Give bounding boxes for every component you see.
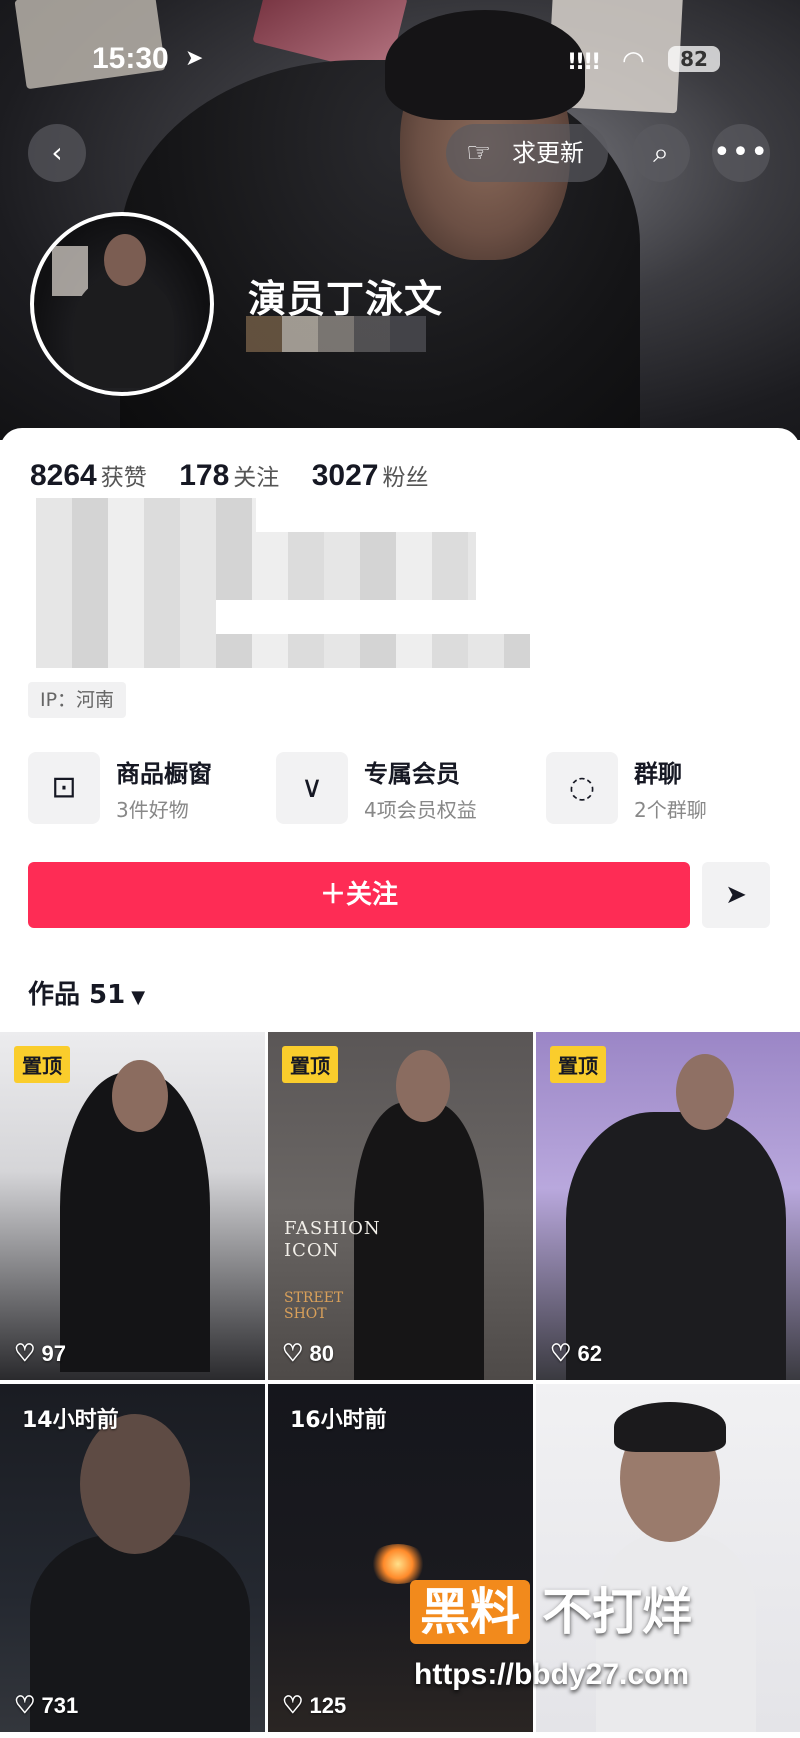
bio-mosaic-row (36, 634, 530, 668)
profile-card: 8264 获赞 178 关注 3027 粉丝 IP：河南 ⊡ 商品橱窗 3件好物 ∨ … (0, 428, 800, 1738)
watermark: 黑料 不打烊 https://bbdy27.com (410, 1580, 770, 1730)
follow-button[interactable]: ＋关注 (28, 862, 690, 928)
watermark-brand-b: 不打烊 (542, 1583, 692, 1641)
stat-label: 关注 (233, 465, 280, 491)
search-button[interactable]: ⌕ (632, 124, 690, 182)
tile-figure-head (676, 1054, 734, 1130)
request-update-button[interactable]: ☞ 求更新 (446, 124, 608, 182)
heart-icon: ♡ (14, 1340, 36, 1367)
stat-label: 获赞 (100, 465, 147, 491)
stat-likes: 8264 获赞 (30, 458, 147, 493)
video-tile[interactable]: 置顶 ♡ 62 (536, 1032, 800, 1380)
heart-icon: ♡ (282, 1340, 304, 1367)
like-count: ♡ 80 (282, 1339, 334, 1368)
video-tile[interactable]: FASHION ICON STREET SHOT 置顶 ♡ 80 (268, 1032, 533, 1380)
more-icon: ••• (712, 135, 770, 170)
tile-figure-hair (614, 1402, 726, 1452)
like-count-value: 62 (577, 1341, 602, 1366)
heart-icon: ♡ (282, 1692, 304, 1719)
like-count-value: 97 (41, 1341, 66, 1366)
like-count: ♡ 97 (14, 1339, 66, 1368)
heart-icon: ♡ (14, 1692, 36, 1719)
video-tile[interactable]: 置顶 ♡ 97 (0, 1032, 265, 1380)
back-icon: ‹ (51, 136, 63, 169)
posted-time: 14小时前 (22, 1408, 119, 1433)
like-count: ♡ 731 (14, 1691, 78, 1720)
bio-mosaic-row (36, 532, 476, 566)
feature-subtitle: 2个群聊 (634, 798, 707, 822)
stats-row: 8264 获赞 178 关注 3027 粉丝 (30, 458, 456, 493)
watermark-brand-a: 黑料 (410, 1580, 530, 1644)
avatar-figure-head (104, 234, 146, 286)
profile-nickname: 演员丁泳文 (248, 277, 444, 321)
pixelated-bio (10, 498, 530, 668)
stat-value: 3027 (311, 459, 379, 492)
feature-subtitle: 3件好物 (116, 798, 189, 822)
membership-v-icon: ∨ (276, 752, 348, 824)
pixelated-account-id (246, 316, 426, 352)
stat-label: 粉丝 (382, 465, 429, 491)
works-tab[interactable]: 作品 51 ▼ (28, 974, 145, 1011)
like-count-value: 125 (309, 1693, 347, 1718)
video-tile[interactable]: 14小时前 ♡ 731 (0, 1384, 265, 1732)
back-button[interactable]: ‹ (28, 124, 86, 182)
battery-indicator: 82 (668, 46, 720, 72)
status-bar: 15:30 ➤ !!!! ◠ 82 (0, 40, 800, 80)
cover-subtitle: STREET SHOT (284, 1290, 344, 1322)
cover-title: FASHION ICON (284, 1218, 381, 1261)
tile-figure-head (80, 1414, 190, 1554)
bio-mosaic-row (36, 600, 216, 634)
stat-value: 178 (179, 459, 230, 492)
tile-figure (354, 1102, 484, 1380)
wifi-icon: ◠ (622, 46, 645, 76)
avatar-bg-frame (52, 246, 88, 296)
send-icon: ➤ (725, 880, 747, 910)
status-time: 15:30 (92, 42, 169, 75)
avatar[interactable] (30, 212, 214, 396)
signal-icon: !!!! (567, 50, 601, 75)
tile-figure-head (396, 1050, 450, 1122)
location-arrow-icon: ➤ (185, 46, 204, 71)
like-count-value: 731 (41, 1693, 79, 1718)
share-button[interactable]: ➤ (702, 862, 770, 928)
ip-location-tag: IP：河南 (28, 682, 127, 718)
avatar-figure-body (74, 278, 174, 388)
search-icon: ⌕ (653, 136, 669, 169)
pinned-badge: 置顶 (14, 1046, 70, 1083)
bio-mosaic-row (36, 566, 476, 600)
tile-light-glow (368, 1544, 428, 1584)
pinned-badge: 置顶 (550, 1046, 606, 1083)
shopping-bag-icon: ⊡ (28, 752, 100, 824)
pinned-badge: 置顶 (282, 1046, 338, 1083)
posted-time: 16小时前 (290, 1408, 387, 1433)
bio-mosaic-row (36, 498, 256, 532)
pointing-hand-icon: ☞ (466, 136, 492, 169)
stat-value: 8264 (30, 459, 97, 492)
feature-subtitle: 4项会员权益 (364, 798, 477, 822)
works-label: 作品 51 (28, 980, 126, 1010)
feature-title: 群聊 (634, 760, 682, 788)
stat-followers[interactable]: 3027 粉丝 (312, 458, 429, 493)
more-button[interactable]: ••• (712, 124, 770, 182)
like-count-value: 80 (309, 1341, 334, 1366)
heart-icon: ♡ (550, 1340, 572, 1367)
request-update-label: 求更新 (512, 139, 584, 167)
feature-title: 专属会员 (364, 760, 460, 788)
like-count: ♡ 62 (550, 1339, 602, 1368)
group-chat-icon: ◌ (546, 752, 618, 824)
feature-title: 商品橱窗 (116, 760, 212, 788)
stat-following[interactable]: 178 关注 (179, 458, 279, 493)
caret-down-icon: ▼ (131, 987, 146, 1008)
like-count: ♡ 125 (282, 1691, 346, 1720)
tile-figure-head (112, 1060, 168, 1132)
watermark-url: https://bbdy27.com (414, 1658, 690, 1691)
